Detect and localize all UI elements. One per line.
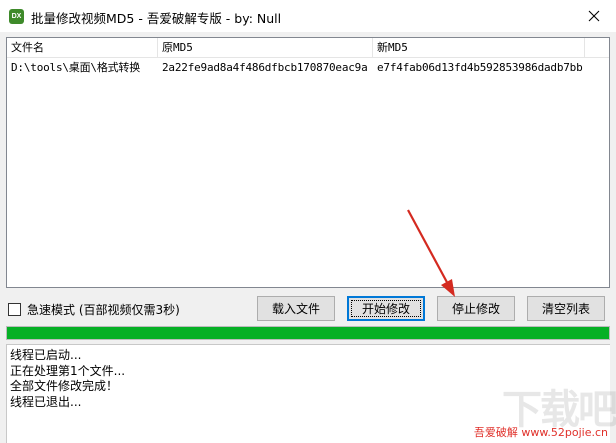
title-bar[interactable]: DX 批量修改视频MD5 - 吾爱破解专版 - by: Null	[0, 0, 616, 32]
app-video-icon: DX	[9, 9, 24, 24]
fast-mode-label: 急速模式 (百部视频仅需3秒)	[27, 303, 180, 317]
clear-list-button[interactable]: 清空列表	[527, 296, 605, 321]
file-list[interactable]: 文件名 原MD5 新MD5 D:\tools\桌面\格式转换 2a22fe9ad…	[6, 37, 610, 288]
start-modify-button[interactable]: 开始修改	[347, 296, 425, 321]
close-button[interactable]	[584, 6, 604, 26]
focus-rect	[351, 300, 421, 317]
cell-filename: D:\tools\桌面\格式转换	[11, 61, 141, 74]
progress-fill	[7, 327, 609, 339]
column-header-filler	[585, 38, 609, 58]
app-window: DX 批量修改视频MD5 - 吾爱破解专版 - by: Null 文件名 原MD…	[0, 0, 616, 443]
close-icon	[588, 10, 600, 22]
stop-modify-button[interactable]: 停止修改	[437, 296, 515, 321]
column-header-filename[interactable]: 文件名	[7, 38, 158, 58]
cell-new-md5: e7f4fab06d13fd4b592853986dadb7bb	[377, 61, 583, 74]
load-files-button[interactable]: 载入文件	[257, 296, 335, 321]
fast-mode-checkbox[interactable]	[8, 303, 21, 316]
log-line: 线程已启动...	[10, 348, 82, 362]
cell-old-md5: 2a22fe9ad8a4f486dfbcb170870eac9a	[162, 61, 368, 74]
table-row[interactable]: D:\tools\桌面\格式转换 2a22fe9ad8a4f486dfbcb17…	[7, 59, 609, 77]
window-title: 批量修改视频MD5 - 吾爱破解专版 - by: Null	[31, 11, 282, 26]
column-header-new-md5[interactable]: 新MD5	[373, 38, 585, 58]
fast-mode-option[interactable]: 急速模式 (百部视频仅需3秒)	[8, 301, 180, 318]
file-list-header: 文件名 原MD5 新MD5	[7, 38, 609, 58]
progress-bar	[6, 326, 610, 340]
watermark-site-text: 吾爱破解 www.52pojie.cn	[473, 426, 608, 439]
column-header-old-md5[interactable]: 原MD5	[158, 38, 373, 58]
